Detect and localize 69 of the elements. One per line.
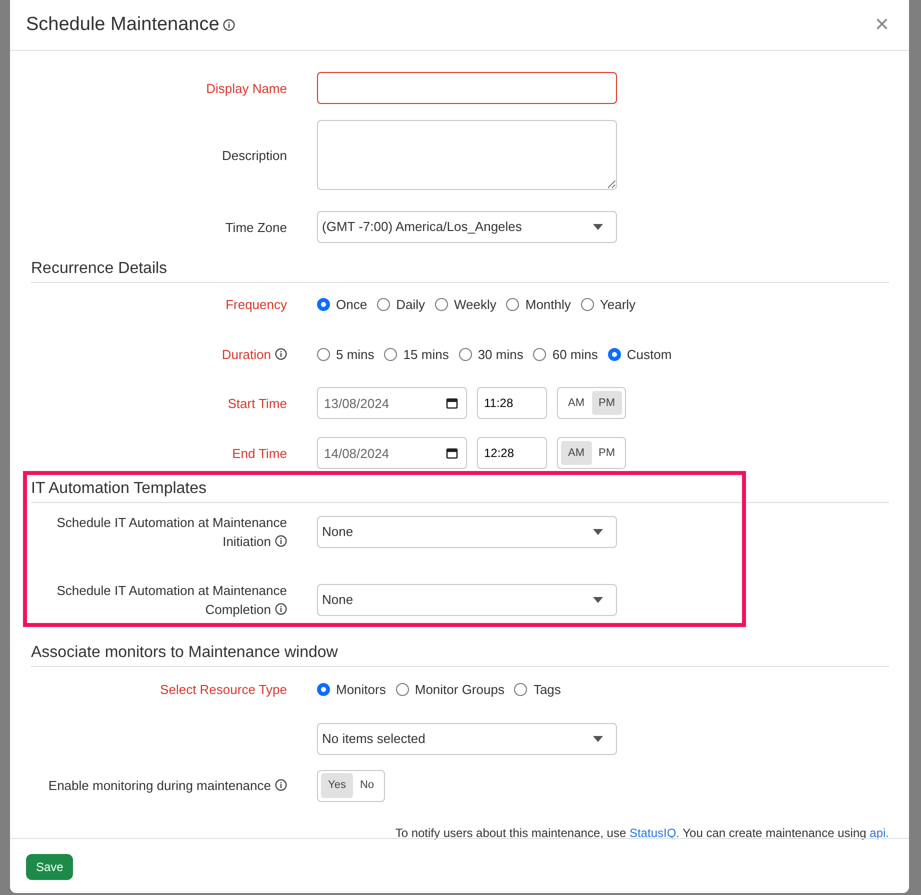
field-label: Duration [222,344,287,364]
option-label[interactable]: Tags [533,680,561,700]
option-label[interactable]: 5 mins [336,344,374,364]
radio-button[interactable] [608,348,621,361]
toggle-option[interactable]: No [352,773,382,798]
option-label[interactable]: Weekly [454,295,496,314]
notice-link[interactable]: api. [870,826,889,840]
field-label: Time Zone [225,218,287,236]
option-label[interactable]: Monitors [336,680,386,700]
calendar-icon[interactable] [446,447,458,459]
info-icon[interactable] [275,348,287,360]
toggle-option[interactable]: Yes [321,773,353,798]
info-icon[interactable] [275,779,287,791]
option-label[interactable]: Monthly [525,295,571,314]
info-icon[interactable] [223,18,236,31]
date-field[interactable]: 13/08/2024 [317,387,467,419]
section-heading: Recurrence Details [31,257,889,283]
field-label: Display Name [206,80,287,98]
radio-button[interactable] [580,298,594,312]
option-label[interactable]: Monitor Groups [414,680,504,700]
option-label[interactable]: 15 mins [403,344,449,364]
radio-button[interactable] [506,298,520,312]
field-label: End Time [232,444,287,462]
option-label[interactable]: Daily [396,295,425,314]
field-label: Start Time [228,394,287,412]
dropdown[interactable]: No items selected [317,722,617,754]
dropdown[interactable]: (GMT -7:00) America/Los_Angeles [317,211,617,243]
dialog-title: Schedule Maintenance [26,14,236,36]
section-heading: IT Automation Templates [31,477,889,503]
radio-button[interactable] [514,683,528,696]
radio-button[interactable] [377,298,390,312]
calendar-icon[interactable] [446,397,458,409]
save-button[interactable]: Save [26,854,74,880]
time-field[interactable]: 12:28 [477,437,547,469]
field-label: Select Resource Type [160,681,287,700]
notice-link[interactable]: StatusIQ. [629,826,680,840]
description-field[interactable] [317,120,617,190]
date-field[interactable]: 14/08/2024 [317,437,467,469]
text-field[interactable] [317,72,617,104]
radio-button[interactable] [396,683,409,696]
radio-button[interactable] [384,348,398,361]
option-label[interactable]: 30 mins [478,344,524,364]
option-label[interactable]: 60 mins [552,344,598,364]
notice-text: To notify users about this maintenance, use StatusIQ. You can create maintenance using api. [394,824,889,842]
radio-button[interactable] [317,683,330,696]
period-option[interactable]: PM [592,390,622,416]
field-label: Schedule IT Automation at Maintenance Initiation [56,514,287,551]
option-label[interactable]: Once [336,295,368,314]
field-label: Enable monitoring during maintenance [48,776,287,795]
option-label[interactable]: Custom [626,344,672,364]
time-field[interactable]: 11:28 [477,387,547,419]
period-option[interactable]: AM [561,440,592,466]
close-button[interactable]: × [870,13,893,37]
info-icon[interactable] [275,535,287,547]
info-icon[interactable] [275,603,287,615]
field-label: Description [222,146,287,164]
option-label[interactable]: Yearly [600,295,636,314]
radio-button[interactable] [434,298,448,312]
period-option[interactable]: AM [561,390,592,416]
radio-button[interactable] [533,348,546,361]
period-option[interactable]: PM [592,440,622,466]
section-heading: Associate monitors to Maintenance window [31,641,889,667]
field-label: Schedule IT Automation at Maintenance Completion [56,582,287,619]
dropdown[interactable]: None [317,516,617,548]
dropdown[interactable]: None [317,584,617,616]
field-label: Frequency [226,296,287,314]
radio-button[interactable] [317,298,330,312]
radio-button[interactable] [317,348,330,361]
radio-button[interactable] [458,348,472,361]
